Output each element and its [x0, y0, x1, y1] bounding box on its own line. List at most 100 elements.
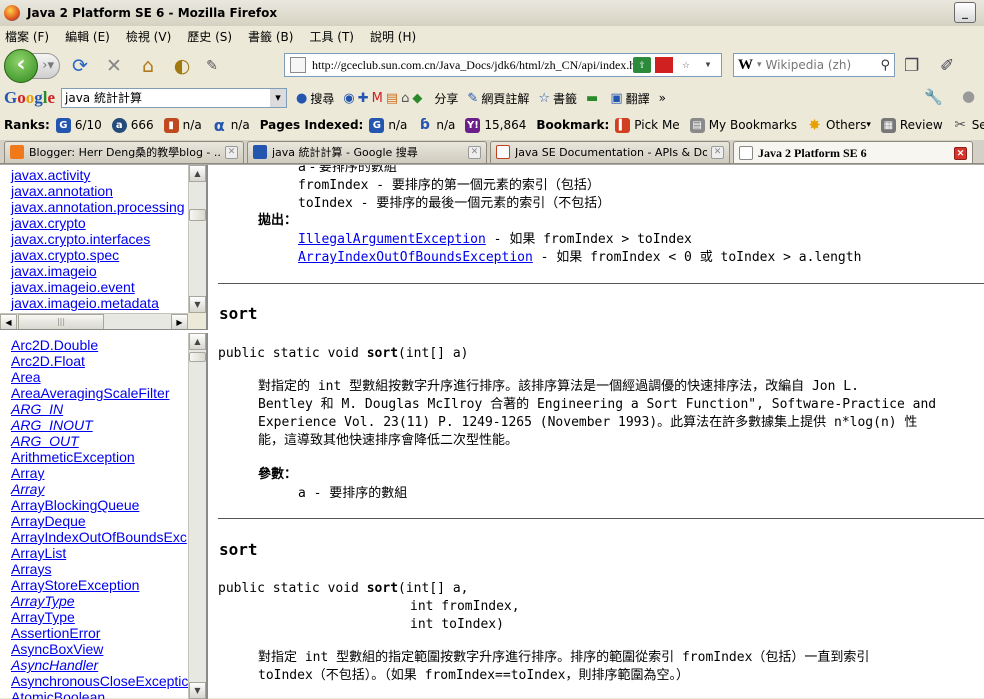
url-text[interactable]: http://gceclub.sun.com.cn/Java_Docs/jdk6… — [312, 58, 633, 73]
rank-alexa[interactable]: a 666 — [111, 117, 154, 133]
menu-help[interactable]: 說明 (H) — [370, 28, 416, 45]
indexed-yahoo[interactable]: Y! 15,864 — [465, 117, 526, 133]
class-link[interactable]: Array — [11, 465, 188, 481]
class-link[interactable]: ARG_INOUT — [11, 417, 188, 433]
class-link[interactable]: AsyncBoxView — [11, 641, 188, 657]
pick-me-button[interactable]: ▍ Pick Me — [615, 117, 680, 133]
dropdown-icon[interactable]: ▾ — [699, 57, 717, 73]
class-link[interactable]: Arc2D.Float — [11, 353, 188, 369]
scroll-thumb[interactable] — [189, 352, 206, 362]
class-link[interactable]: Area — [11, 369, 188, 385]
close-tab-icon[interactable]: ✕ — [468, 145, 481, 159]
menu-file[interactable]: 檔案 (F) — [5, 28, 49, 45]
circle-icon[interactable]: ● — [962, 87, 975, 105]
google-search-input[interactable]: java 統計計算 — [61, 88, 288, 108]
minimize-button[interactable]: _ — [954, 2, 976, 23]
illegal-argument-exception-link[interactable]: IllegalArgumentException — [298, 232, 486, 247]
tab-java-platform[interactable]: Java 2 Platform SE 6 ✕ — [733, 140, 973, 163]
class-link[interactable]: ArrayStoreException — [11, 577, 188, 593]
settings-button[interactable]: ✂Set — [953, 117, 984, 133]
menu-view[interactable]: 檢視 (V) — [126, 28, 171, 45]
rank-google[interactable]: G 6/10 — [55, 117, 102, 133]
scroll-left-icon[interactable]: ◀ — [0, 314, 17, 329]
rank-compete[interactable]: ▮ n/a — [163, 117, 202, 133]
class-link[interactable]: AssertionError — [11, 625, 188, 641]
class-link[interactable]: Arc2D.Double — [11, 337, 188, 353]
menu-edit[interactable]: 編輯 (E) — [65, 28, 110, 45]
class-link[interactable]: ArithmeticException — [11, 449, 188, 465]
package-link[interactable]: javax.crypto.spec — [11, 247, 188, 263]
indexed-google[interactable]: Gn/a — [369, 117, 407, 133]
class-link[interactable]: AreaAveragingScaleFilter — [11, 385, 188, 401]
wikipedia-icon[interactable]: W — [738, 57, 753, 74]
package-link[interactable]: javax.annotation.processing — [11, 199, 188, 215]
package-link[interactable]: javax.activity — [11, 167, 188, 183]
package-link[interactable]: javax.crypto — [11, 215, 188, 231]
class-vertical-scrollbar[interactable]: ▲ ▼ — [188, 333, 206, 699]
scroll-right-icon[interactable]: ▶ — [171, 314, 188, 329]
class-link[interactable]: ARG_IN — [11, 401, 188, 417]
close-tab-icon[interactable]: ✕ — [711, 145, 724, 159]
tab-google-search[interactable]: java 統計計算 - Google 搜尋 ✕ — [247, 140, 487, 163]
class-link[interactable]: ARG_OUT — [11, 433, 188, 449]
google-search-button[interactable]: ● 搜尋 — [296, 90, 334, 107]
package-link[interactable]: javax.crypto.interfaces — [11, 231, 188, 247]
tab-blogger[interactable]: Blogger: Herr Deng桑的教學blog - ... ✕ — [4, 140, 244, 163]
class-link[interactable]: AsynchronousCloseExceptic — [11, 673, 188, 689]
class-link[interactable]: ArrayType — [11, 609, 188, 625]
close-tab-icon[interactable]: ✕ — [225, 145, 238, 159]
google-news-button[interactable]: ◉ ✚ M ▤ ⌂ ◆ — [343, 91, 425, 106]
scroll-up-icon[interactable]: ▲ — [189, 333, 206, 350]
package-link[interactable]: javax.imageio — [11, 263, 188, 279]
close-tab-icon[interactable]: ✕ — [954, 146, 967, 160]
menu-bookmarks[interactable]: 書籤 (B) — [248, 28, 293, 45]
window-icon[interactable]: ❐ — [904, 56, 919, 76]
tools-icon[interactable]: ✎ — [202, 52, 222, 80]
indexed-bing[interactable]: ɓ n/a — [417, 117, 456, 133]
my-bookmarks-button[interactable]: ▤ My Bookmarks — [689, 117, 797, 133]
class-link[interactable]: ArrayBlockingQueue — [11, 497, 188, 513]
class-link[interactable]: ArrayList — [11, 545, 188, 561]
google-annotate-button[interactable]: ✎ 網頁註解 — [467, 90, 529, 107]
scroll-thumb[interactable]: ||| — [18, 314, 104, 329]
google-bookmarks-button[interactable]: ☆ 書籤 — [538, 90, 577, 107]
class-link[interactable]: ArrayType — [11, 593, 188, 609]
stop-icon[interactable]: ✕ — [100, 52, 128, 80]
google-logo[interactable]: Google — [4, 88, 55, 108]
google-translate-button[interactable]: ▣ 翻譯 — [610, 90, 649, 107]
search-icon[interactable]: ⚲ — [880, 58, 890, 73]
addon-icon[interactable]: ◐ — [168, 52, 196, 80]
class-link[interactable]: ArrayIndexOutOfBoundsExc — [11, 529, 188, 545]
reload-icon[interactable]: ⟳ — [66, 52, 94, 80]
package-horizontal-scrollbar[interactable]: ◀ ||| ▶ — [0, 313, 188, 329]
tab-java-se-docs[interactable]: Java SE Documentation - APIs & Doc... ✕ — [490, 140, 730, 163]
class-link[interactable]: Array — [11, 481, 188, 497]
class-link[interactable]: ArrayDeque — [11, 513, 188, 529]
package-vertical-scrollbar[interactable]: ▲ ▼ — [188, 165, 206, 313]
url-bar[interactable]: http://gceclub.sun.com.cn/Java_Docs/jdk6… — [284, 53, 722, 77]
scroll-down-icon[interactable]: ▼ — [189, 296, 206, 313]
package-link[interactable]: javax.imageio.event — [11, 279, 188, 295]
flag-icon[interactable] — [655, 57, 673, 73]
star-icon[interactable]: ☆ — [677, 57, 695, 73]
wrench-icon[interactable]: 🔧 — [924, 88, 943, 106]
google-progress-icon[interactable]: ▬ — [586, 91, 601, 106]
scroll-down-icon[interactable]: ▼ — [189, 682, 206, 699]
search-box[interactable]: W ▾ Wikipedia (zh) ⚲ — [733, 53, 895, 77]
array-index-exception-link[interactable]: ArrayIndexOutOfBoundsException — [298, 250, 533, 265]
class-link[interactable]: Arrays — [11, 561, 188, 577]
share-icon[interactable]: ⇪ — [633, 57, 651, 73]
menu-history[interactable]: 歷史 (S) — [187, 28, 232, 45]
rank-quantcast[interactable]: α n/a — [212, 117, 250, 133]
package-link[interactable]: javax.imageio.metadata — [11, 295, 188, 311]
scroll-thumb[interactable] — [189, 209, 206, 221]
google-more-button[interactable]: » — [659, 91, 666, 105]
package-link[interactable]: javax.annotation — [11, 183, 188, 199]
menu-tools[interactable]: 工具 (T) — [309, 28, 354, 45]
edit-icon[interactable]: ✐ — [940, 56, 954, 76]
review-button[interactable]: ▦ Review — [880, 117, 943, 133]
google-share-button[interactable]: 分享 — [434, 90, 458, 107]
scroll-up-icon[interactable]: ▲ — [189, 165, 206, 182]
class-link[interactable]: AsyncHandler — [11, 657, 188, 673]
back-button[interactable]: ‹ — [4, 49, 38, 83]
